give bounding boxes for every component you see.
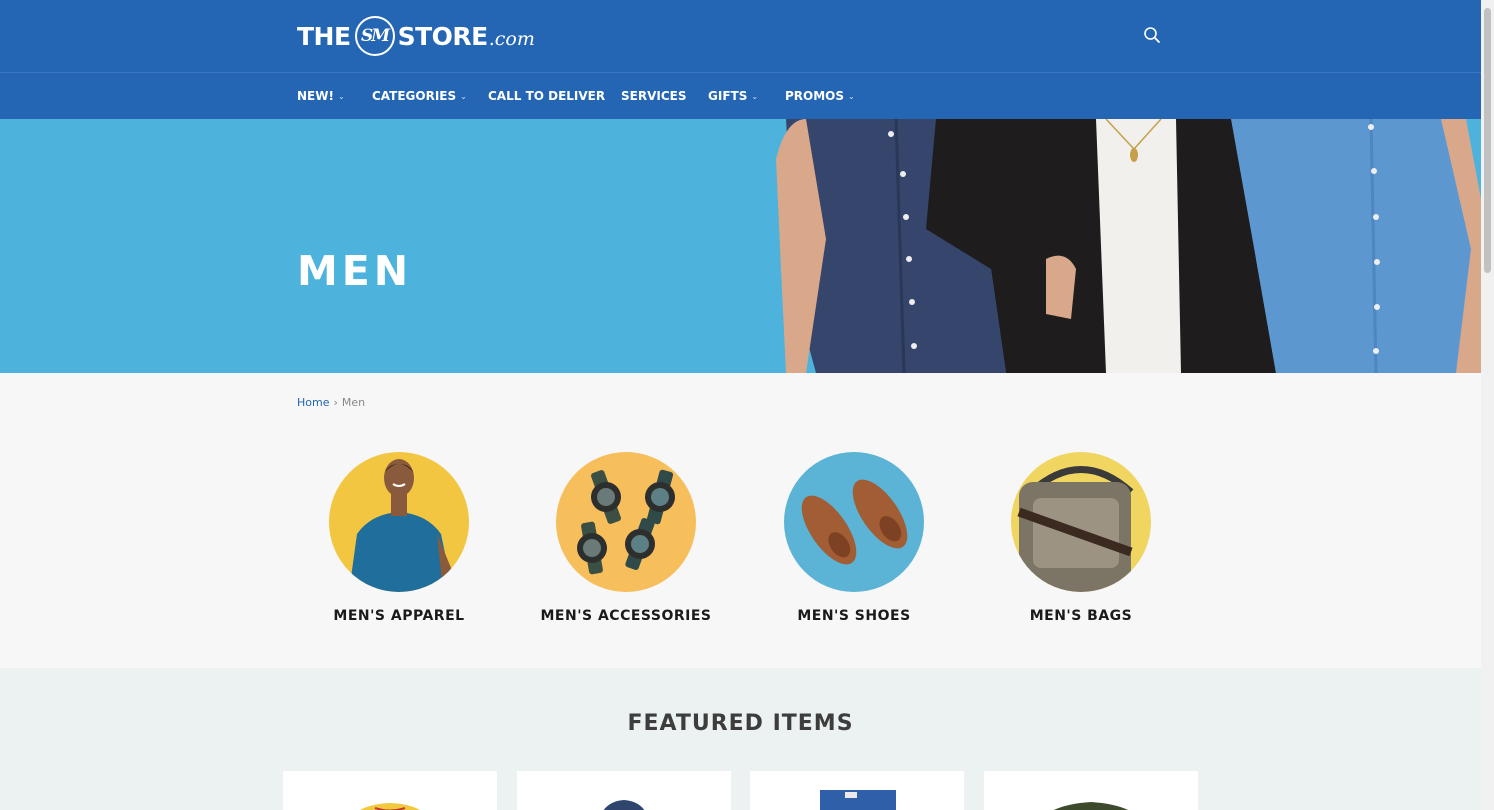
category-mens-shoes[interactable]: MEN'S SHOES xyxy=(734,452,974,624)
shoes-image xyxy=(784,452,924,592)
featured-section: FEATURED ITEMS xyxy=(0,668,1481,810)
page-scrollbar[interactable] xyxy=(1481,0,1494,810)
category-label: MEN'S SHOES xyxy=(797,608,911,624)
breadcrumb-home-link[interactable]: Home xyxy=(297,396,329,409)
chevron-down-icon: ⌄ xyxy=(751,91,759,101)
accessories-image xyxy=(556,452,696,592)
category-mens-bags[interactable]: MEN'S BAGS xyxy=(961,452,1201,624)
chevron-down-icon: ⌄ xyxy=(337,91,345,101)
nav-label: CALL TO DELIVER xyxy=(488,89,606,103)
breadcrumb-current: Men xyxy=(341,396,366,409)
featured-title: FEATURED ITEMS xyxy=(627,711,854,736)
product-image xyxy=(603,800,645,810)
nav-item-gifts[interactable]: GIFTS ⌄ xyxy=(708,73,758,119)
logo-the: THE xyxy=(297,21,351,51)
nav-label: PROMOS xyxy=(785,89,845,103)
chevron-right-icon: › xyxy=(333,396,338,409)
main-nav: NEW! ⌄ CATEGORIES ⌄ CALL TO DELIVER SERVIC… xyxy=(0,72,1481,119)
nav-item-categories[interactable]: CATEGORIES ⌄ xyxy=(372,73,467,119)
site-logo[interactable]: THE SM STORE .com xyxy=(297,14,535,58)
chevron-down-icon: ⌄ xyxy=(848,91,855,101)
nav-item-call-to-deliver[interactable]: CALL TO DELIVER xyxy=(488,73,605,119)
hero-models-image xyxy=(776,119,1481,373)
bags-image xyxy=(1011,452,1151,592)
product-card[interactable] xyxy=(750,771,964,810)
nav-label: CATEGORIES xyxy=(372,89,457,103)
product-image xyxy=(1053,802,1129,810)
nav-item-new[interactable]: NEW! ⌄ xyxy=(297,73,345,119)
nav-label: NEW! xyxy=(297,89,334,103)
site-header: THE SM STORE .com xyxy=(0,0,1481,72)
product-image xyxy=(820,790,896,810)
product-card[interactable] xyxy=(517,771,731,810)
breadcrumb: Home › Men xyxy=(297,396,365,409)
hero-banner: MEN xyxy=(0,119,1481,373)
category-label: MEN'S BAGS xyxy=(1029,608,1133,624)
product-image xyxy=(360,803,420,810)
scrollbar-thumb[interactable] xyxy=(1484,8,1491,273)
page: THE SM STORE .com NEW! ⌄ CATEGORIES ⌄ CALL… xyxy=(0,0,1481,810)
chevron-down-icon: ⌄ xyxy=(460,91,467,101)
nav-label: SERVICES xyxy=(621,89,687,103)
nav-item-promos[interactable]: PROMOS ⌄ xyxy=(785,73,855,119)
search-button[interactable] xyxy=(1142,25,1162,45)
search-icon xyxy=(1144,27,1160,43)
logo-com: .com xyxy=(488,28,535,50)
nav-label: GIFTS xyxy=(708,89,748,103)
category-mens-apparel[interactable]: MEN'S APPAREL xyxy=(279,452,519,624)
nav-item-services[interactable]: SERVICES xyxy=(621,73,686,119)
category-label: MEN'S APPAREL xyxy=(333,608,465,624)
category-label: MEN'S ACCESSORIES xyxy=(540,608,712,624)
logo-store: STORE xyxy=(397,21,489,51)
page-title: MEN xyxy=(297,247,413,295)
product-card[interactable] xyxy=(984,771,1198,810)
product-card[interactable] xyxy=(283,771,497,810)
apparel-image xyxy=(329,452,469,592)
category-mens-accessories[interactable]: MEN'S ACCESSORIES xyxy=(506,452,746,624)
logo-badge: SM xyxy=(354,16,395,56)
